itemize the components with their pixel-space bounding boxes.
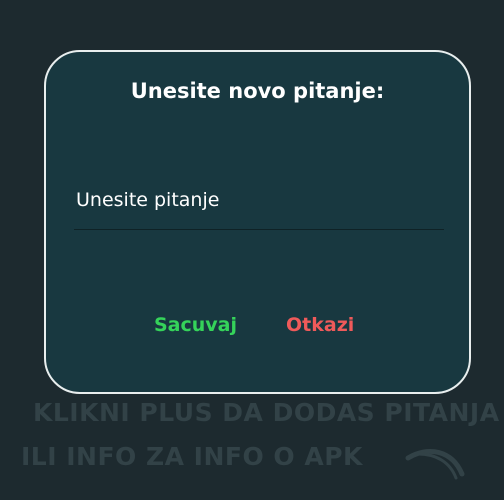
dialog-title: Unesite novo pitanje: [130, 79, 385, 103]
background-hint-line1: KLIKNI PLUS DA DODAS PITANJA [33, 398, 500, 427]
background-decor-icon [405, 448, 465, 480]
save-button[interactable]: Sacuvaj [154, 314, 237, 336]
background-hint-line2: ILI INFO ZA INFO O APK [21, 442, 363, 471]
question-input[interactable] [74, 178, 444, 230]
new-question-dialog: Unesite novo pitanje: Sacuvaj Otkazi [44, 50, 471, 394]
cancel-button[interactable]: Otkazi [286, 314, 354, 336]
